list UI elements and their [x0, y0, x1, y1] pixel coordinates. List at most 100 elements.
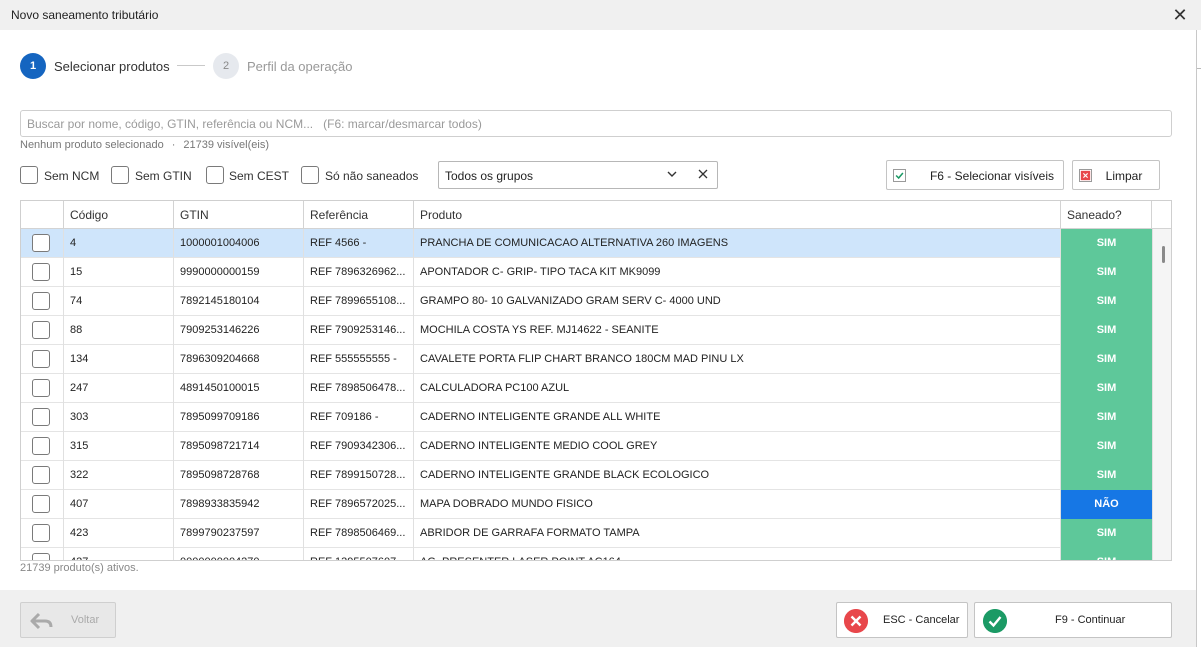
saneado-badge: SIM — [1061, 432, 1152, 461]
cell-produto: CADERNO INTELIGENTE MEDIO COOL GREY — [414, 432, 1061, 461]
row-select-cell — [21, 258, 64, 287]
row-checkbox[interactable] — [32, 495, 50, 513]
row-checkbox[interactable] — [32, 292, 50, 310]
cell-gtin: 7895098728768 — [174, 461, 304, 490]
cell-produto: PRANCHA DE COMUNICACAO ALTERNATIVA 260 I… — [414, 229, 1061, 258]
step-2-badge: 2 — [213, 53, 239, 79]
status-separator: · — [171, 139, 176, 151]
table-row[interactable]: 315 7895098721714 REF 7909342306... CADERNO… — [21, 432, 1152, 461]
row-checkbox[interactable] — [32, 553, 50, 560]
check-circle-icon — [983, 609, 1007, 633]
selected-count-text: Nenhum produto selecionado — [20, 139, 164, 151]
saneado-badge: SIM — [1061, 461, 1152, 490]
saneado-badge: SIM — [1061, 258, 1152, 287]
cancel-label: ESC - Cancelar — [883, 614, 960, 626]
background-window-edge — [1196, 30, 1201, 647]
cell-codigo: 303 — [64, 403, 174, 432]
cell-codigo: 15 — [64, 258, 174, 287]
clear-icon[interactable] — [696, 167, 710, 181]
clear-button[interactable]: Limpar — [1072, 160, 1160, 190]
row-select-cell — [21, 461, 64, 490]
back-button[interactable]: Voltar — [20, 602, 116, 638]
step-connector — [177, 65, 205, 66]
row-checkbox[interactable] — [32, 263, 50, 281]
filter-sem-gtin-label: Sem GTIN — [135, 169, 192, 183]
row-select-cell — [21, 403, 64, 432]
table-row[interactable]: 4270000000004270REF 1395507607...AG. PRE… — [21, 548, 1152, 560]
cell-produto: GRAMPO 80- 10 GALVANIZADO GRAM SERV C- 4… — [414, 287, 1061, 316]
cell-referencia: REF 7899655108... — [304, 287, 414, 316]
row-checkbox[interactable] — [32, 350, 50, 368]
table-row[interactable]: 74 7892145180104 REF 7899655108... GRAMPO 8… — [21, 287, 1152, 316]
filter-sem-gtin-checkbox[interactable] — [111, 166, 129, 184]
content-panel: 1 Selecionar produtos 2 Perfil da operaç… — [0, 30, 1196, 590]
products-table: Código GTIN Referência Produto Saneado? … — [20, 200, 1172, 561]
table-row[interactable]: 134 7896309204668 REF 555555555 - CAVALETE … — [21, 345, 1152, 374]
search-input[interactable] — [20, 110, 1172, 137]
selection-status: Nenhum produto selecionado · 21739 visível… — [20, 139, 269, 151]
row-checkbox[interactable] — [32, 321, 50, 339]
header-gtin[interactable]: GTIN — [174, 201, 304, 229]
table-row[interactable]: 423 7899790237597 REF 7898506469... ABRIDOR… — [21, 519, 1152, 548]
row-select-cell — [21, 345, 64, 374]
cell-produto: CALCULADORA PC100 AZUL — [414, 374, 1061, 403]
chevron-down-icon[interactable] — [665, 167, 679, 181]
row-checkbox[interactable] — [32, 437, 50, 455]
cell-gtin: 7896309204668 — [174, 345, 304, 374]
header-codigo[interactable]: Código — [64, 201, 174, 229]
group-select[interactable]: Todos os grupos — [438, 161, 718, 189]
cell-gtin: 7899790237597 — [174, 519, 304, 548]
header-referencia[interactable]: Referência — [304, 201, 414, 229]
cell-codigo: 423 — [64, 519, 174, 548]
row-select-cell — [21, 490, 64, 519]
row-checkbox[interactable] — [32, 379, 50, 397]
header-produto[interactable]: Produto — [414, 201, 1061, 229]
cell-produto: ABRIDOR DE GARRAFA FORMATO TAMPA — [414, 519, 1061, 548]
row-checkbox[interactable] — [32, 234, 50, 252]
table-row[interactable]: 4 1000001004006 REF 4566 - PRANCHA DE COMUN… — [21, 229, 1152, 258]
table-row[interactable]: 247 4891450100015 REF 7898506478... CALCULA… — [21, 374, 1152, 403]
table-header: Código GTIN Referência Produto Saneado? — [21, 201, 1171, 229]
filter-sem-ncm-checkbox[interactable] — [20, 166, 38, 184]
button-bar: Voltar ESC - Cancelar F9 - Continuar — [0, 590, 1196, 647]
table-row[interactable]: 303 7895099709186 REF 709186 - CADERNO INTE… — [21, 403, 1152, 432]
continue-button[interactable]: F9 - Continuar — [974, 602, 1172, 638]
cell-produto: MOCHILA COSTA YS REF. MJ14622 - SEANITE — [414, 316, 1061, 345]
clear-label: Limpar — [1105, 169, 1143, 183]
row-select-cell — [21, 432, 64, 461]
cell-codigo: 322 — [64, 461, 174, 490]
scrollbar-thumb[interactable] — [1162, 246, 1165, 263]
select-visible-button[interactable]: F6 - Selecionar visíveis — [886, 160, 1064, 190]
cancel-button[interactable]: ESC - Cancelar — [836, 602, 968, 638]
row-select-cell — [21, 374, 64, 403]
vertical-scrollbar[interactable] — [1152, 229, 1171, 560]
filter-nao-saneados-checkbox[interactable] — [301, 166, 319, 184]
step-1-label: Selecionar produtos — [54, 59, 170, 74]
table-row[interactable]: 322 7895098728768 REF 7899150728... CADERNO… — [21, 461, 1152, 490]
table-row[interactable]: 88 7909253146226 REF 7909253146... MOCHILA … — [21, 316, 1152, 345]
row-checkbox[interactable] — [32, 524, 50, 542]
cell-codigo: 427 — [64, 548, 174, 560]
row-checkbox[interactable] — [32, 466, 50, 484]
cell-gtin: 4891450100015 — [174, 374, 304, 403]
saneado-badge: SIM — [1061, 403, 1152, 432]
filter-sem-cest-checkbox[interactable] — [206, 166, 224, 184]
header-saneado[interactable]: Saneado? — [1061, 201, 1152, 229]
back-label: Voltar — [71, 614, 100, 626]
close-icon[interactable]: ✕ — [1169, 4, 1191, 26]
active-products-count: 21739 produto(s) ativos. — [20, 562, 139, 574]
row-select-cell — [21, 287, 64, 316]
cell-gtin: 1000001004006 — [174, 229, 304, 258]
cell-codigo: 74 — [64, 287, 174, 316]
cell-gtin: 9990000000159 — [174, 258, 304, 287]
cell-produto: CADERNO INTELIGENTE GRANDE ALL WHITE — [414, 403, 1061, 432]
row-select-cell — [21, 519, 64, 548]
saneado-badge: NÃO — [1061, 490, 1152, 519]
row-checkbox[interactable] — [32, 408, 50, 426]
cell-produto: MAPA DOBRADO MUNDO FISICO — [414, 490, 1061, 519]
cell-gtin: 7895099709186 — [174, 403, 304, 432]
table-row[interactable]: 15 9990000000159 REF 7896326962... APONTADO… — [21, 258, 1152, 287]
saneado-badge: SIM — [1061, 316, 1152, 345]
table-row[interactable]: 407 7898933835942 REF 7896572025... MAPA DO… — [21, 490, 1152, 519]
cell-referencia: REF 555555555 - — [304, 345, 414, 374]
